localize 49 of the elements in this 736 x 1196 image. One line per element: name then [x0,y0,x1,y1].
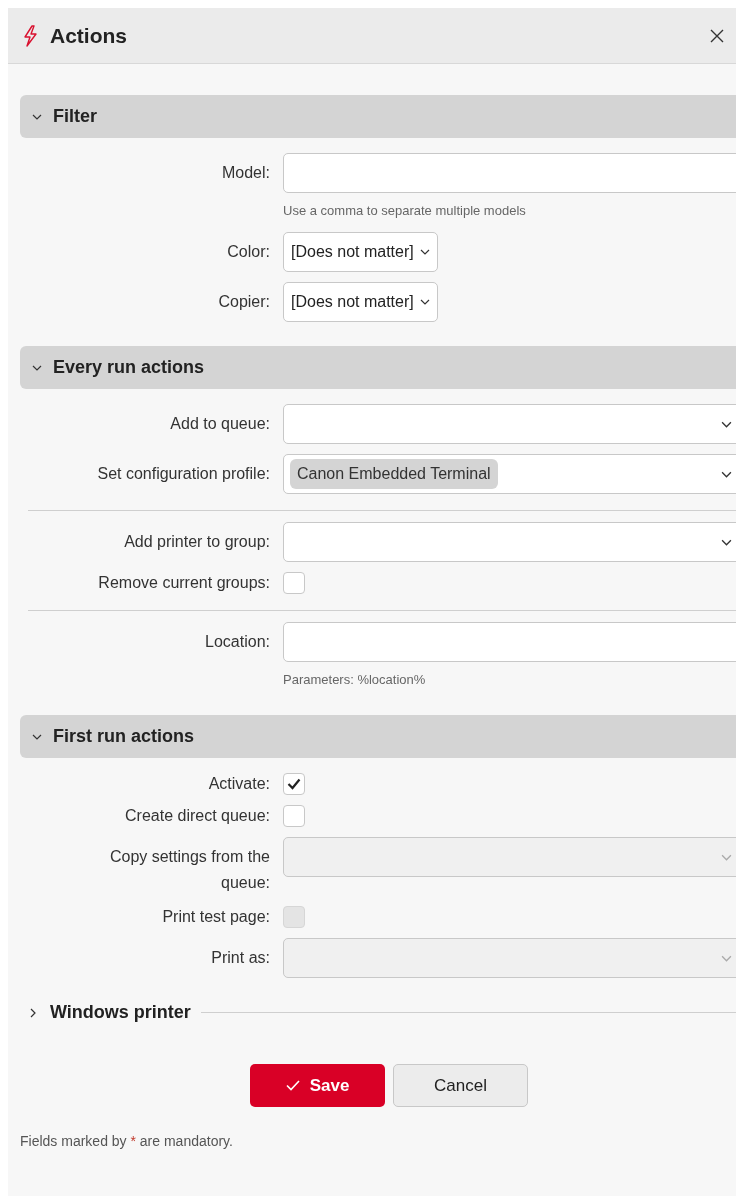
section-header[interactable]: Filter [20,95,736,138]
section-toggle[interactable]: Windows printer [30,1002,191,1023]
caret-icon [419,299,430,305]
text-field[interactable] [283,153,736,193]
selected-tag[interactable]: Canon Embedded Terminal [290,459,498,489]
caret-icon [721,539,732,546]
field-label: Copier: [218,292,270,312]
field-label: Location: [205,632,270,652]
field-label: Print as: [211,948,270,968]
checkmark-icon [287,778,301,790]
chevron-right-icon [30,1007,36,1018]
field-label: Model: [221,163,270,183]
chevron-down-icon [32,113,42,120]
field-label: Add to queue: [170,414,270,434]
caret-icon [419,249,430,255]
text-field[interactable] [283,622,736,662]
caret-icon [721,955,732,962]
mandatory-note: Fields marked by * are mandatory. [20,1133,234,1149]
dropdown[interactable]: [Does not matter] [283,282,438,322]
chevron-down-icon [32,364,42,371]
checkbox[interactable] [283,805,305,827]
field-label: Activate: [208,774,270,794]
field-label: Copy settings from the queue: [108,847,270,893]
field-label: Create direct queue: [125,806,270,826]
dropdown-field[interactable] [283,522,736,562]
caret-icon [721,471,732,478]
caret-icon [721,854,732,861]
field-label: Print test page: [162,907,270,927]
cancel-button[interactable]: Cancel [393,1064,528,1107]
save-button[interactable]: Save [250,1064,385,1107]
caret-icon [721,421,732,428]
field-label: Add printer to group: [124,532,270,552]
checkbox[interactable] [283,773,305,795]
hint-text: Parameters: %location% [283,672,426,687]
field-label: Color: [227,242,270,262]
hint-text: Use a comma to separate multiple models [283,203,526,218]
dropdown[interactable]: [Does not matter] [283,232,438,272]
close-icon[interactable] [710,28,724,43]
section-header[interactable]: First run actions [20,715,736,758]
checkbox[interactable] [283,572,305,594]
lightning-icon [22,24,38,47]
field-label: Remove current groups: [98,573,270,593]
chevron-down-icon [32,733,42,740]
dropdown-field[interactable] [283,404,736,444]
field-label: Set configuration profile: [97,464,270,484]
checkmark-icon [285,1080,300,1091]
section-header[interactable]: Every run actions [20,346,736,389]
dropdown-field[interactable]: Canon Embedded Terminal [283,454,736,494]
dialog-title: Actions [50,23,128,48]
